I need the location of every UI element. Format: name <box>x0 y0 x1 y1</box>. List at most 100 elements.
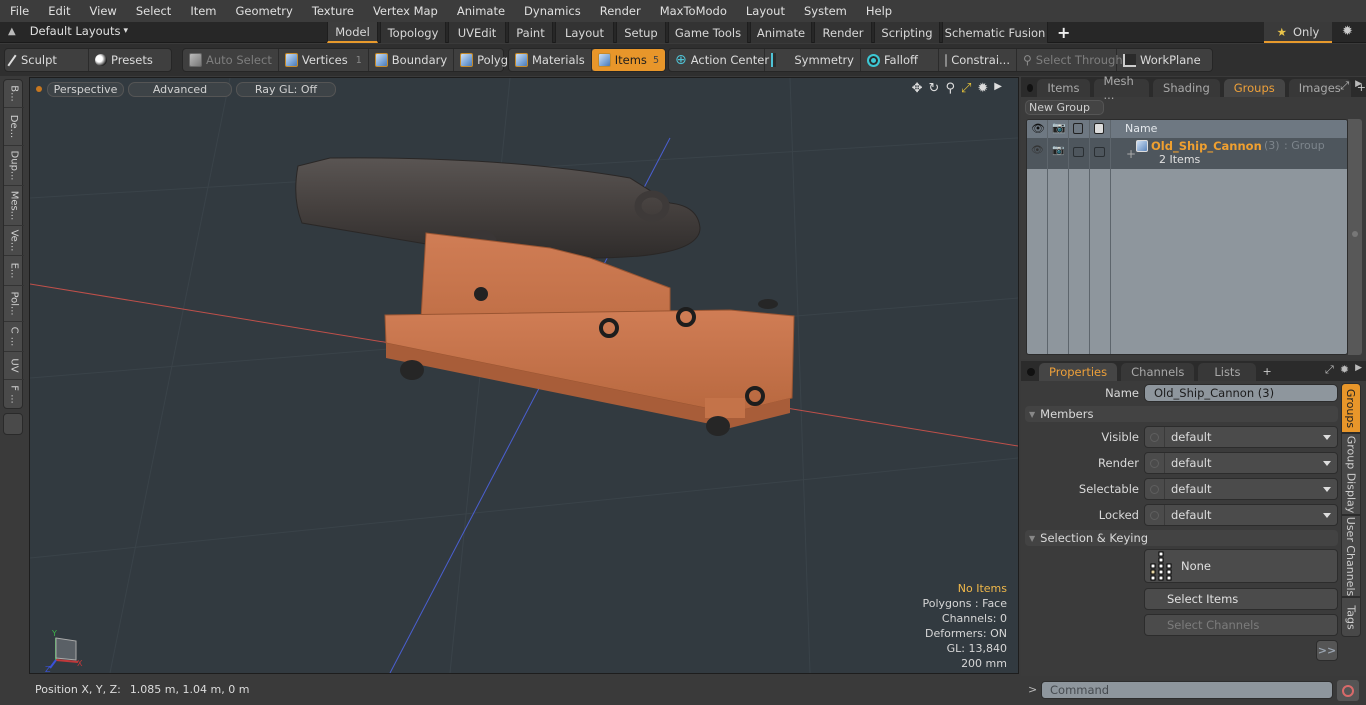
tool-tab-edge[interactable]: E... <box>4 256 24 286</box>
action-center-button[interactable]: ⊕ Action Center <box>669 49 769 71</box>
tab-schematic-fusion[interactable]: Schematic Fusion <box>942 22 1048 43</box>
render-dropdown[interactable]: default <box>1144 452 1338 474</box>
tool-tab-mesh-edit[interactable]: Mes... <box>4 186 24 226</box>
tab-uvedit[interactable]: UVEdit <box>448 22 506 43</box>
tab-items[interactable]: Items <box>1037 79 1090 97</box>
menu-edit[interactable]: Edit <box>38 4 79 18</box>
tab-shading[interactable]: Shading <box>1153 79 1220 97</box>
add-tab-button[interactable]: + <box>1057 23 1070 42</box>
locked-dropdown[interactable]: default <box>1144 504 1338 526</box>
select-toggle[interactable] <box>1073 147 1084 157</box>
tab-setup[interactable]: Setup <box>616 22 666 43</box>
workplane-button[interactable]: WorkPlane <box>1117 49 1207 71</box>
tab-mesh[interactable]: Mesh ... <box>1093 74 1150 102</box>
tab-properties[interactable]: Properties <box>1039 363 1118 381</box>
tab-paint[interactable]: Paint <box>508 22 553 43</box>
gear-icon[interactable]: ✹ <box>977 81 988 96</box>
side-tab-groups[interactable]: Groups <box>1341 383 1361 433</box>
tab-animate[interactable]: Animate <box>750 22 812 43</box>
view-type-button[interactable]: Perspective <box>47 82 124 97</box>
pan-icon[interactable]: ✥ <box>912 81 923 96</box>
select-column-icon[interactable] <box>1073 123 1083 134</box>
raygl-toggle[interactable]: Ray GL: Off <box>236 82 336 97</box>
tool-tab-duplicate[interactable]: Dup... <box>4 146 24 186</box>
falloff-button[interactable]: Falloff <box>861 49 939 71</box>
tab-scripting[interactable]: Scripting <box>874 22 940 43</box>
tab-layout[interactable]: Layout <box>555 22 614 43</box>
lock-toggle[interactable] <box>1094 147 1105 157</box>
select-channels-button[interactable]: Select Channels <box>1144 614 1338 636</box>
tab-render[interactable]: Render <box>814 22 872 43</box>
chevron-right-icon[interactable]: ▶ <box>1355 79 1362 93</box>
maximize-icon[interactable]: ⤢ <box>961 81 971 96</box>
add-tab-button[interactable]: + <box>1262 365 1271 378</box>
chevron-right-icon[interactable]: ▶ <box>994 81 1002 96</box>
tab-game-tools[interactable]: Game Tools <box>668 22 748 43</box>
visibility-toggle[interactable]: 👁 <box>1031 145 1044 156</box>
lock-column-icon[interactable] <box>1094 123 1104 134</box>
tool-tab-deform[interactable]: De... <box>4 108 24 146</box>
tab-lists[interactable]: Lists <box>1198 363 1257 381</box>
tool-tab-basic[interactable]: B... <box>4 80 24 108</box>
menu-help[interactable]: Help <box>856 4 901 18</box>
menu-layout[interactable]: Layout <box>736 4 794 18</box>
visibility-column-icon[interactable]: 👁 <box>1031 122 1045 135</box>
auto-select-button[interactable]: Auto Select <box>183 49 279 71</box>
hierarchy-none-button[interactable]: None <box>1144 549 1338 583</box>
boundary-button[interactable]: Boundary <box>369 49 455 71</box>
materials-button[interactable]: Materials <box>509 49 592 71</box>
select-items-button[interactable]: Select Items <box>1144 588 1338 610</box>
scroll-handle[interactable] <box>1352 231 1358 237</box>
menu-select[interactable]: Select <box>126 4 180 18</box>
expand-icon[interactable]: + <box>1126 147 1136 161</box>
side-tab-group-display[interactable]: Group Display <box>1341 433 1361 515</box>
tab-groups[interactable]: Groups <box>1223 79 1285 97</box>
menu-file[interactable]: File <box>0 4 38 18</box>
render-toggle[interactable]: 📷 <box>1052 145 1064 156</box>
menu-maxtomodo[interactable]: MaxToModo <box>650 4 736 18</box>
selection-keying-section[interactable]: ▼ Selection & Keying <box>1025 530 1338 546</box>
tool-tab-curve[interactable]: C ... <box>4 322 24 352</box>
maximize-icon[interactable]: ⤢ <box>1340 79 1349 93</box>
menu-vertex-map[interactable]: Vertex Map <box>363 4 447 18</box>
menu-dynamics[interactable]: Dynamics <box>514 4 590 18</box>
vertices-button[interactable]: Vertices 1 <box>279 49 369 71</box>
items-button[interactable]: Items 5 <box>591 49 665 71</box>
members-section[interactable]: ▼ Members <box>1025 406 1338 422</box>
tab-model[interactable]: Model <box>327 22 378 43</box>
menu-render[interactable]: Render <box>590 4 650 18</box>
rotate-icon[interactable]: ↻ <box>929 81 940 96</box>
group-row[interactable]: 👁 📷 + Old_Ship_Cannon (3) : Group 2 Item… <box>1027 138 1347 169</box>
sculpt-button[interactable]: Sculpt <box>5 49 89 71</box>
menu-texture[interactable]: Texture <box>302 4 363 18</box>
gear-icon[interactable]: ✹ <box>1342 24 1353 39</box>
visible-dropdown[interactable]: default <box>1144 426 1338 448</box>
presets-button[interactable]: Presets <box>89 49 159 71</box>
layouts-dropdown[interactable]: ▲ Default Layouts ▾ <box>8 24 128 38</box>
panel-menu-dot[interactable] <box>1027 368 1035 376</box>
tool-tab-polygon[interactable]: Pol... <box>4 286 24 322</box>
tab-channels[interactable]: Channels <box>1121 363 1195 381</box>
chevron-right-icon[interactable]: ▶ <box>1355 363 1362 377</box>
select-through-button[interactable]: ⚲ Select Through <box>1017 49 1123 71</box>
constraints-button[interactable]: Constrai... <box>939 49 1017 71</box>
name-field[interactable]: Old_Ship_Cannon (3) <box>1144 384 1338 402</box>
menu-geometry[interactable]: Geometry <box>226 4 302 18</box>
command-input[interactable]: Command <box>1041 681 1333 699</box>
symmetry-button[interactable]: Symmetry <box>765 49 861 71</box>
selectable-dropdown[interactable]: default <box>1144 478 1338 500</box>
menu-item[interactable]: Item <box>180 4 225 18</box>
collapse-up-icon[interactable]: ▲ <box>8 26 16 37</box>
side-tab-user-channels[interactable]: User Channels <box>1341 515 1361 597</box>
tool-tab-fusion[interactable]: F ... <box>4 380 24 408</box>
tool-tab-vertex[interactable]: Ve... <box>4 226 24 256</box>
3d-viewport[interactable]: Y X Z Perspective Advanced Ray GL: Off ✥… <box>29 77 1019 674</box>
record-macro-button[interactable] <box>1337 680 1359 701</box>
groups-scrollbar[interactable] <box>1348 119 1362 355</box>
maximize-icon[interactable]: ⤢ <box>1325 363 1334 377</box>
panel-menu-dot[interactable] <box>1027 84 1034 92</box>
menu-view[interactable]: View <box>80 4 126 18</box>
name-column-header[interactable]: Name <box>1125 122 1157 135</box>
side-tab-tags[interactable]: Tags <box>1341 597 1361 637</box>
shading-mode-button[interactable]: Advanced <box>128 82 232 97</box>
